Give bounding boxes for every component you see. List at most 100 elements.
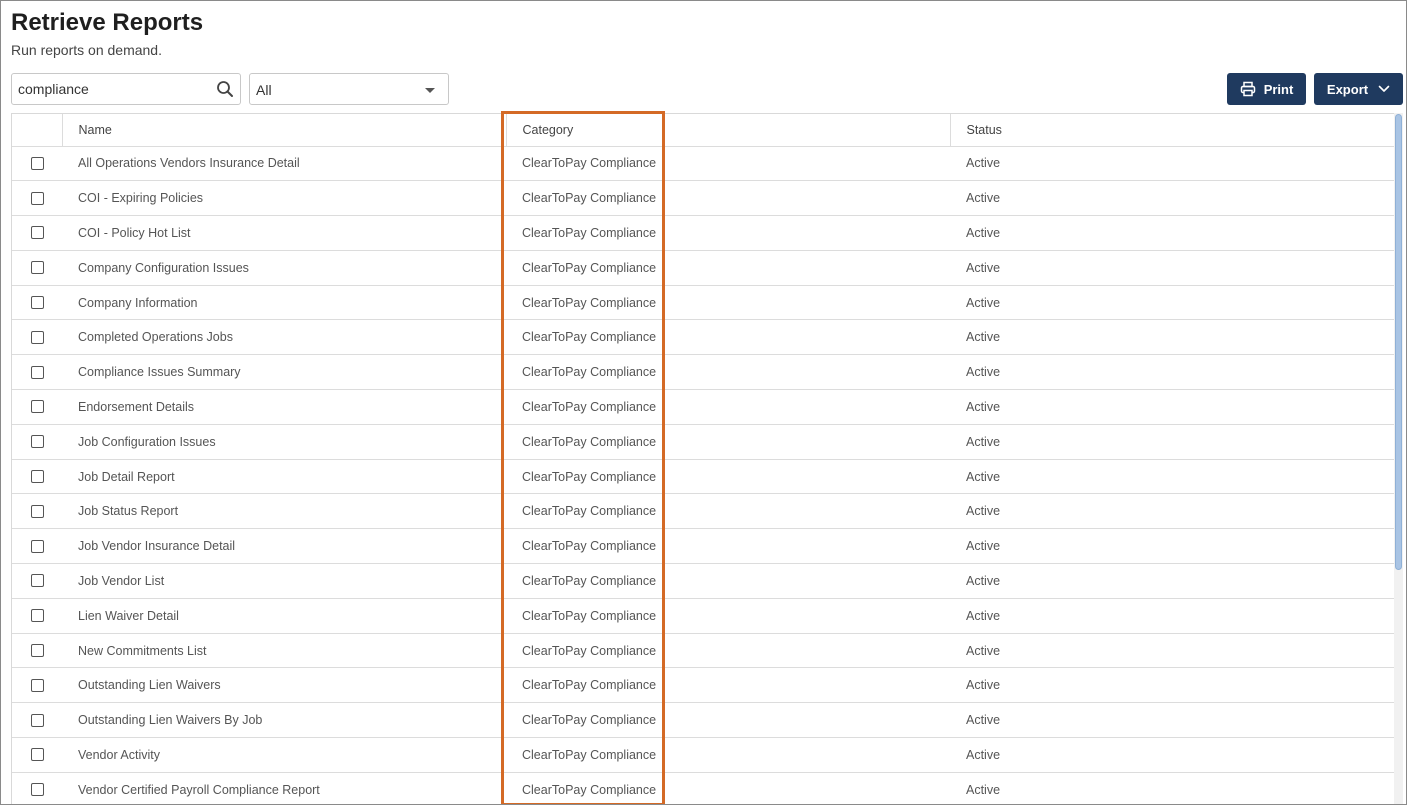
row-category: ClearToPay Compliance	[506, 459, 950, 495]
row-category: ClearToPay Compliance	[506, 424, 950, 460]
table-row[interactable]: Endorsement Details ClearToPay Compliance…	[12, 389, 1395, 425]
table-row[interactable]: Vendor Certified Payroll Compliance Repo…	[12, 772, 1395, 804]
row-checkbox[interactable]	[31, 644, 44, 658]
row-checkbox[interactable]	[31, 400, 44, 414]
row-checkbox[interactable]	[31, 226, 44, 240]
table-row[interactable]: New Commitments List ClearToPay Complianc…	[12, 633, 1395, 669]
column-header-name[interactable]: Name	[61, 114, 506, 147]
row-checkbox-cell	[12, 389, 62, 425]
table-row[interactable]: Outstanding Lien Waivers By Job ClearToPa…	[12, 702, 1395, 739]
row-category: ClearToPay Compliance	[506, 633, 950, 669]
row-checkbox-cell	[12, 772, 62, 804]
table-row[interactable]: Job Vendor List ClearToPay Compliance Acti…	[12, 563, 1395, 599]
column-header-category[interactable]: Category	[505, 114, 950, 147]
table-row[interactable]: Lien Waiver Detail ClearToPay Compliance A…	[12, 598, 1395, 634]
table-row[interactable]: Company Information ClearToPay Compliance…	[12, 285, 1395, 321]
reports-page: Retrieve Reports Run reports on demand. …	[0, 0, 1407, 805]
table-row[interactable]: Compliance Issues Summary ClearToPay Comp…	[12, 354, 1395, 391]
row-category: ClearToPay Compliance	[506, 493, 950, 530]
row-name[interactable]: Completed Operations Jobs	[62, 319, 506, 356]
table-row[interactable]: COI - Expiring Policies ClearToPay Compli…	[12, 180, 1395, 217]
row-checkbox[interactable]	[31, 539, 44, 553]
row-name[interactable]: Vendor Certified Payroll Compliance Repo…	[62, 772, 506, 804]
row-checkbox[interactable]	[31, 609, 44, 623]
row-name[interactable]: Job Configuration Issues	[62, 424, 506, 460]
row-name[interactable]: All Operations Vendors Insurance Detail	[62, 146, 506, 182]
row-name[interactable]: Vendor Activity	[62, 737, 506, 773]
row-name[interactable]: Job Vendor Insurance Detail	[62, 528, 506, 565]
row-checkbox[interactable]	[31, 748, 44, 762]
print-button[interactable]: Print	[1227, 73, 1306, 105]
row-name[interactable]: Company Configuration Issues	[62, 250, 506, 286]
row-category: ClearToPay Compliance	[506, 772, 950, 804]
table-row[interactable]: Vendor Activity ClearToPay Compliance Acti…	[12, 737, 1395, 773]
row-checkbox[interactable]	[31, 296, 44, 310]
table-scrollbar[interactable]	[1394, 113, 1403, 804]
row-name[interactable]: Job Detail Report	[62, 459, 506, 495]
table-row[interactable]: Outstanding Lien Waivers ClearToPay Compl…	[12, 667, 1395, 704]
row-status: Active	[950, 598, 1395, 634]
search-input[interactable]	[12, 74, 212, 104]
row-name[interactable]: COI - Expiring Policies	[62, 180, 506, 217]
row-checkbox-cell	[12, 633, 62, 669]
row-category: ClearToPay Compliance	[506, 702, 950, 739]
row-status: Active	[950, 667, 1395, 704]
row-checkbox[interactable]	[31, 574, 44, 588]
row-name[interactable]: Job Vendor List	[62, 563, 506, 599]
row-checkbox[interactable]	[31, 470, 44, 484]
column-header-status[interactable]: Status	[949, 114, 1395, 147]
table-row[interactable]: Job Configuration Issues ClearToPay Compl…	[12, 424, 1395, 460]
row-status: Active	[950, 250, 1395, 286]
category-filter-select[interactable]: All	[249, 73, 449, 105]
table-row[interactable]: Job Status Report ClearToPay Compliance Ac…	[12, 493, 1395, 530]
row-name[interactable]: Endorsement Details	[62, 389, 506, 425]
table-row[interactable]: Completed Operations Jobs ClearToPay Comp…	[12, 319, 1395, 356]
scroll-thumb[interactable]	[1395, 114, 1402, 570]
row-checkbox[interactable]	[31, 330, 44, 344]
row-name[interactable]: Compliance Issues Summary	[62, 354, 506, 391]
export-button[interactable]: Export	[1314, 73, 1403, 105]
table-row[interactable]: All Operations Vendors Insurance Detail C…	[12, 146, 1395, 182]
row-checkbox[interactable]	[31, 435, 44, 449]
row-checkbox[interactable]	[31, 504, 44, 518]
row-checkbox[interactable]	[31, 713, 44, 727]
table-row[interactable]: COI - Policy Hot List ClearToPay Complian…	[12, 215, 1395, 251]
reports-table: Name Category Status All Operations Vend…	[11, 113, 1403, 804]
search-icon[interactable]	[216, 80, 234, 98]
table-row[interactable]: Job Detail Report ClearToPay Compliance Ac…	[12, 459, 1395, 495]
row-checkbox[interactable]	[31, 261, 44, 275]
row-category: ClearToPay Compliance	[506, 737, 950, 773]
row-name[interactable]: New Commitments List	[62, 633, 506, 669]
row-category: ClearToPay Compliance	[506, 319, 950, 356]
row-category: ClearToPay Compliance	[506, 528, 950, 565]
table-row[interactable]: Job Vendor Insurance Detail ClearToPay Co…	[12, 528, 1395, 565]
row-status: Active	[950, 285, 1395, 321]
row-checkbox-cell	[12, 563, 62, 599]
row-checkbox-cell	[12, 424, 62, 460]
row-checkbox-cell	[12, 493, 62, 530]
row-name[interactable]: Lien Waiver Detail	[62, 598, 506, 634]
row-status: Active	[950, 389, 1395, 425]
row-checkbox-cell	[12, 250, 62, 286]
row-name[interactable]: Outstanding Lien Waivers	[62, 667, 506, 704]
row-name[interactable]: Outstanding Lien Waivers By Job	[62, 702, 506, 739]
row-category: ClearToPay Compliance	[506, 598, 950, 634]
row-name[interactable]: Company Information	[62, 285, 506, 321]
chevron-down-icon	[1378, 85, 1390, 93]
row-checkbox[interactable]	[31, 783, 44, 797]
row-checkbox[interactable]	[31, 191, 44, 205]
row-name[interactable]: Job Status Report	[62, 493, 506, 530]
row-checkbox[interactable]	[31, 156, 44, 170]
row-checkbox-cell	[12, 354, 62, 391]
row-name[interactable]: COI - Policy Hot List	[62, 215, 506, 251]
table-row[interactable]: Company Configuration Issues ClearToPay C…	[12, 250, 1395, 286]
row-checkbox[interactable]	[31, 365, 44, 379]
caret-down-icon	[425, 88, 435, 93]
row-status: Active	[950, 737, 1395, 773]
row-checkbox[interactable]	[31, 678, 44, 692]
header-checkbox-cell	[12, 114, 62, 147]
row-checkbox-cell	[12, 528, 62, 565]
row-checkbox-cell	[12, 285, 62, 321]
row-checkbox-cell	[12, 737, 62, 773]
row-checkbox-cell	[12, 319, 62, 356]
